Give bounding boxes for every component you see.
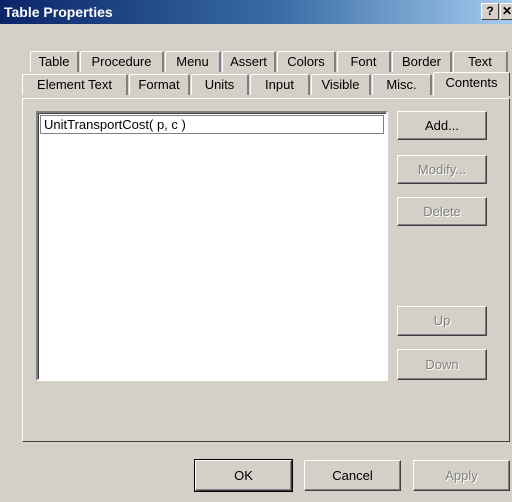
tab-font[interactable]: Font: [337, 51, 391, 72]
close-icon[interactable]: ✕: [500, 3, 512, 20]
cancel-button[interactable]: Cancel: [304, 460, 401, 491]
tab-format[interactable]: Format: [129, 74, 190, 95]
tab-border[interactable]: Border: [392, 51, 452, 72]
tab-misc[interactable]: Misc.: [372, 74, 432, 95]
tab-visible[interactable]: Visible: [311, 74, 371, 95]
table-properties-dialog: Table Properties ? ✕ Table Procedure Men…: [0, 0, 512, 502]
tab-contents[interactable]: Contents: [433, 72, 510, 96]
apply-button[interactable]: Apply: [413, 460, 510, 491]
add-button[interactable]: Add...: [397, 111, 487, 140]
modify-button[interactable]: Modify...: [397, 155, 487, 184]
help-button[interactable]: ?: [481, 3, 499, 20]
ok-button[interactable]: OK: [194, 459, 293, 492]
list-item[interactable]: UnitTransportCost( p, c ): [40, 115, 384, 134]
delete-button[interactable]: Delete: [397, 197, 487, 226]
tab-procedure[interactable]: Procedure: [80, 51, 164, 72]
tab-assert[interactable]: Assert: [222, 51, 276, 72]
tab-text[interactable]: Text: [453, 51, 508, 72]
down-button[interactable]: Down: [397, 349, 487, 380]
window-title: Table Properties: [4, 4, 113, 20]
up-button[interactable]: Up: [397, 306, 487, 336]
tab-units[interactable]: Units: [191, 74, 249, 95]
tab-colors[interactable]: Colors: [277, 51, 336, 72]
tab-menu[interactable]: Menu: [165, 51, 221, 72]
tab-element-text[interactable]: Element Text: [22, 74, 128, 95]
title-bar[interactable]: Table Properties ? ✕: [0, 0, 512, 24]
tab-table[interactable]: Table: [30, 51, 79, 72]
contents-listbox[interactable]: UnitTransportCost( p, c ): [36, 111, 388, 381]
tab-input[interactable]: Input: [250, 74, 310, 95]
